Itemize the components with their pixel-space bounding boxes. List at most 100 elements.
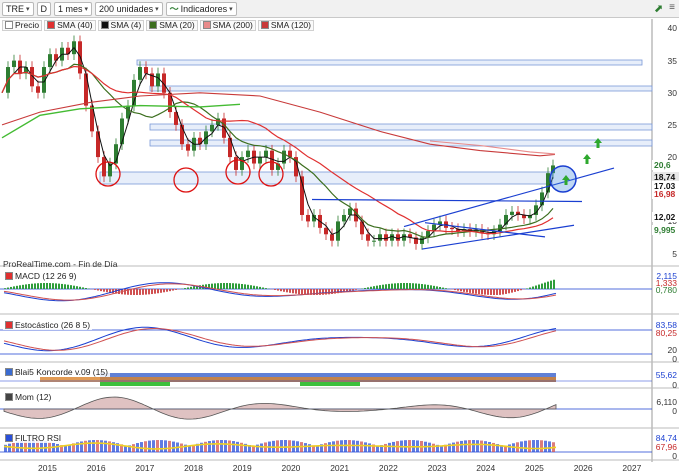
year-label: 2017 bbox=[135, 463, 155, 473]
year-label: 2016 bbox=[86, 463, 106, 473]
source-label: ProRealTime.com - Fin de Día bbox=[3, 259, 118, 269]
macd-histogram-bar bbox=[34, 283, 36, 289]
macd-histogram-bar bbox=[529, 287, 531, 289]
filtro-bar bbox=[172, 441, 175, 452]
filtro-bar bbox=[468, 440, 471, 452]
stoch-title: Estocástico (26 8 5) bbox=[3, 320, 93, 330]
stoch-color-icon bbox=[5, 321, 13, 329]
stoch-k-line bbox=[3, 326, 557, 352]
filtro-bar bbox=[92, 440, 95, 452]
macd-histogram-bar bbox=[229, 283, 231, 289]
candle-body bbox=[138, 67, 142, 80]
filtro-bar bbox=[220, 440, 223, 452]
filtro-bar bbox=[232, 441, 235, 452]
macd-histogram-bar bbox=[172, 289, 174, 291]
macd-histogram-bar bbox=[454, 289, 456, 291]
macd-histogram-bar bbox=[79, 286, 81, 289]
macd-histogram-bar bbox=[466, 289, 468, 293]
macd-histogram-bar bbox=[139, 289, 141, 295]
filtro-bar bbox=[152, 440, 155, 452]
macd-histogram-bar bbox=[526, 288, 528, 289]
blai-title-text: Blai5 Koncorde v.09 (15) bbox=[15, 367, 108, 377]
macd-histogram-bar bbox=[256, 286, 258, 289]
filtro-bar bbox=[536, 440, 539, 452]
macd-histogram-bar bbox=[490, 289, 492, 295]
mom-title: Mom (12) bbox=[3, 392, 54, 402]
macd-histogram-bar bbox=[286, 289, 288, 293]
filtro-bar bbox=[440, 445, 443, 452]
macd-histogram-bar bbox=[484, 289, 486, 295]
macd-histogram-bar bbox=[247, 284, 249, 289]
macd-histogram-bar bbox=[442, 287, 444, 289]
filtro-bar bbox=[472, 440, 475, 452]
price-tick-label: 25 bbox=[667, 119, 677, 130]
macd-histogram-bar bbox=[7, 287, 9, 289]
macd-histogram-bar bbox=[124, 289, 126, 295]
filtro-bar bbox=[224, 440, 227, 452]
filtro-bar bbox=[96, 440, 99, 452]
macd-histogram-bar bbox=[430, 285, 432, 289]
macd-histogram-bar bbox=[532, 286, 534, 289]
filtro-color-icon bbox=[5, 434, 13, 442]
filtro-bar bbox=[208, 441, 211, 452]
macd-histogram-bar bbox=[538, 284, 540, 289]
filtro-bar bbox=[364, 442, 367, 452]
price-tag: 12,02 bbox=[652, 212, 679, 222]
candle-body bbox=[270, 150, 274, 170]
macd-histogram-bar bbox=[253, 285, 255, 289]
filtro-bar bbox=[204, 441, 207, 452]
chart-canvas[interactable] bbox=[0, 0, 679, 476]
macd-histogram-bar bbox=[85, 288, 87, 289]
filtro-bar bbox=[384, 443, 387, 452]
price-tick-label: 30 bbox=[667, 87, 677, 98]
stoch-d-line bbox=[3, 328, 557, 351]
candle-body bbox=[258, 157, 262, 164]
macd-histogram-bar bbox=[457, 289, 459, 291]
candle-body bbox=[348, 208, 352, 215]
candle-body bbox=[240, 157, 244, 170]
macd-histogram-bar bbox=[514, 289, 516, 292]
macd-histogram-bar bbox=[280, 289, 282, 292]
macd-histogram-bar bbox=[190, 286, 192, 289]
macd-histogram-bar bbox=[553, 279, 555, 289]
candle-body bbox=[48, 54, 52, 68]
candle-body bbox=[186, 144, 190, 151]
filtro-bar bbox=[104, 440, 107, 452]
macd-histogram-bar bbox=[298, 289, 300, 295]
filtro-bar bbox=[168, 440, 171, 452]
filtro-bar bbox=[240, 442, 243, 452]
macd-histogram-bar bbox=[487, 289, 489, 295]
macd-histogram-bar bbox=[4, 288, 6, 289]
macd-histogram-bar bbox=[433, 285, 435, 289]
macd-histogram-bar bbox=[292, 289, 294, 294]
macd-histogram-bar bbox=[31, 283, 33, 289]
filtro-bar bbox=[524, 440, 527, 452]
filtro-bar bbox=[164, 440, 167, 452]
year-label: 2015 bbox=[38, 463, 57, 473]
filtro-bar bbox=[476, 440, 479, 452]
macd-histogram-bar bbox=[364, 287, 366, 289]
macd-histogram-bar bbox=[475, 289, 477, 294]
macd-histogram-bar bbox=[214, 283, 216, 289]
filtro-bar bbox=[464, 440, 467, 452]
filtro-bar bbox=[308, 444, 311, 452]
macd-histogram-bar bbox=[415, 283, 417, 289]
macd-histogram-bar bbox=[373, 286, 375, 289]
macd-histogram-bar bbox=[370, 286, 372, 289]
candle-body bbox=[330, 234, 334, 241]
macd-histogram-bar bbox=[517, 289, 519, 292]
macd-histogram-bar bbox=[46, 283, 48, 289]
macd-histogram-bar bbox=[97, 289, 99, 291]
year-label: 2027 bbox=[622, 463, 642, 473]
filtro-bar bbox=[140, 442, 143, 452]
macd-histogram-bar bbox=[94, 289, 96, 290]
macd-histogram-bar bbox=[235, 283, 237, 289]
koncorde-green-area bbox=[100, 382, 170, 386]
price-tick-label: 40 bbox=[667, 23, 677, 34]
macd-histogram-bar bbox=[58, 283, 60, 289]
macd-histogram-bar bbox=[259, 286, 261, 289]
filtro-bar bbox=[388, 442, 391, 452]
filtro-bar bbox=[548, 441, 551, 452]
macd-histogram-bar bbox=[322, 289, 324, 295]
filtro-bar bbox=[148, 440, 151, 452]
